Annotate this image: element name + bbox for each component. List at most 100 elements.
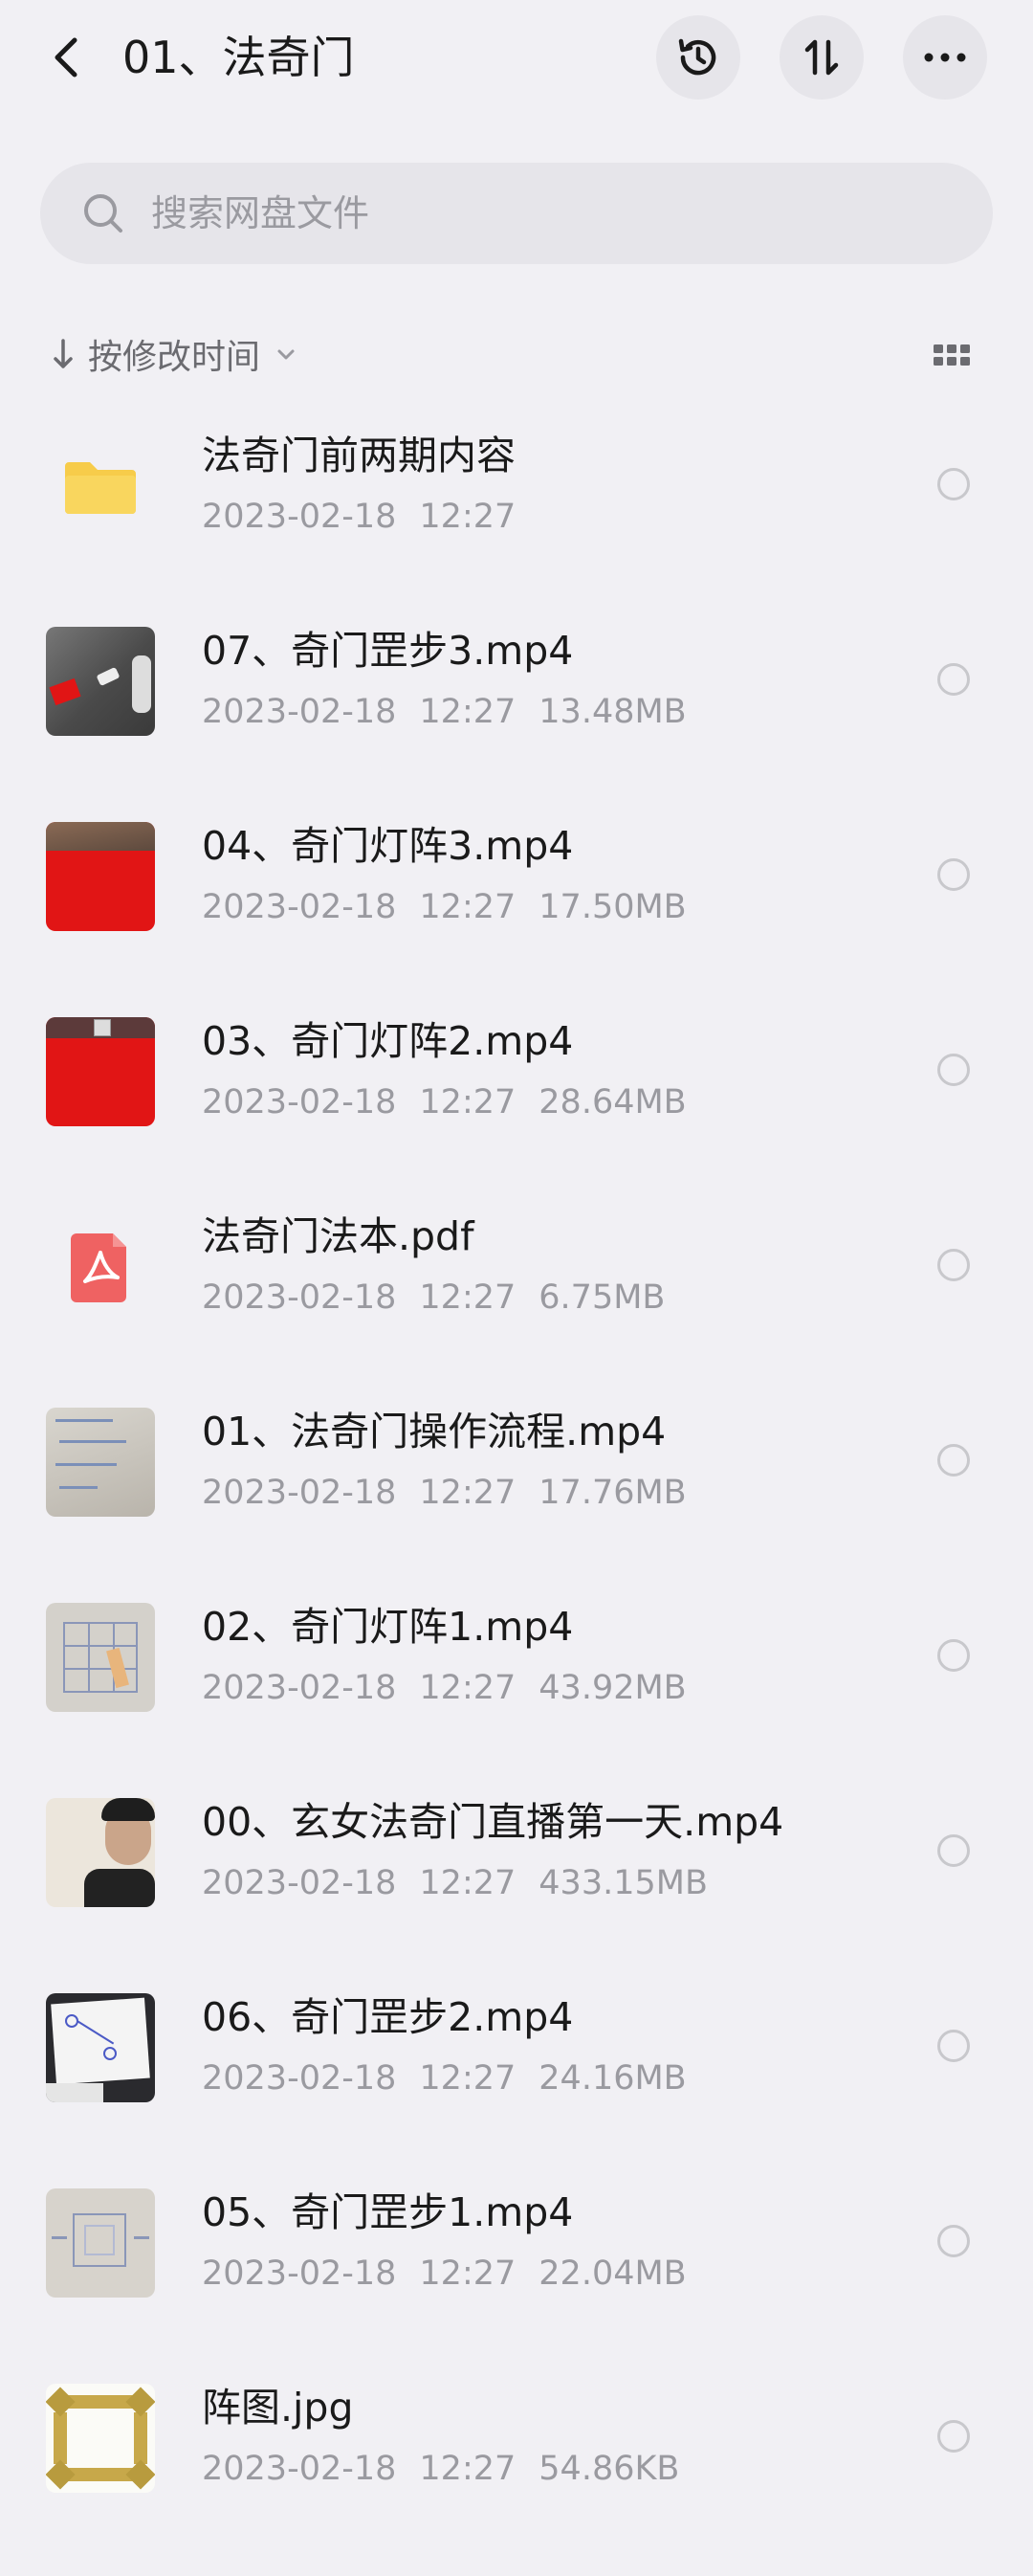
search-icon — [84, 194, 122, 233]
select-checkbox[interactable] — [937, 1639, 970, 1672]
search-input[interactable] — [151, 163, 974, 264]
video-thumbnail — [46, 1798, 155, 1907]
sort-arrows-icon — [804, 39, 839, 76]
sort-toggle-button[interactable] — [780, 15, 864, 100]
video-thumbnail — [46, 1603, 155, 1712]
select-checkbox[interactable] — [937, 2420, 970, 2453]
select-checkbox[interactable] — [937, 2030, 970, 2062]
file-meta: 2023-02-18 12:27 433.15MB — [202, 1860, 731, 1906]
file-row[interactable]: 06、奇门罡步2.mp4 2023-02-18 12:27 24.16MB — [0, 1944, 1033, 2140]
file-time: 12:27 — [419, 888, 516, 926]
select-checkbox[interactable] — [937, 1444, 970, 1477]
video-thumbnail — [46, 822, 155, 931]
file-meta: 2023-02-18 12:27 43.92MB — [202, 1665, 710, 1711]
file-row[interactable]: 07、奇门罡步3.mp4 2023-02-18 12:27 13.48MB — [0, 578, 1033, 773]
file-name: 法奇门前两期内容 — [202, 433, 516, 478]
grid-icon — [934, 344, 970, 366]
video-thumbnail — [46, 1408, 155, 1517]
video-thumbnail — [46, 2188, 155, 2298]
file-size: 6.75MB — [538, 1278, 666, 1317]
file-name: 05、奇门罡步1.mp4 — [202, 2189, 574, 2235]
file-thumbnail — [46, 2384, 155, 2493]
top-bar: 01、法奇门 — [0, 0, 1033, 115]
file-thumbnail — [46, 822, 155, 931]
file-meta: 2023-02-18 12:27 54.86KB — [202, 2446, 702, 2492]
file-name: 法奇门法本.pdf — [202, 1213, 474, 1259]
file-date: 2023-02-18 — [202, 1864, 397, 1902]
file-thumbnail — [46, 1017, 155, 1126]
file-size: 17.76MB — [538, 1474, 687, 1512]
file-meta: 2023-02-18 12:27 — [202, 494, 561, 540]
grid-view-button[interactable] — [930, 333, 974, 377]
file-size: 433.15MB — [538, 1864, 708, 1902]
file-time: 12:27 — [419, 1083, 516, 1121]
chevron-down-icon — [277, 349, 295, 360]
file-name: 07、奇门罡步3.mp4 — [202, 628, 574, 674]
sort-label: 按修改时间 — [88, 338, 261, 377]
file-time: 12:27 — [419, 2450, 516, 2488]
more-button[interactable] — [903, 15, 987, 100]
file-date: 2023-02-18 — [202, 2059, 397, 2098]
file-date: 2023-02-18 — [202, 2450, 397, 2488]
file-meta: 2023-02-18 12:27 17.50MB — [202, 884, 710, 930]
file-row[interactable]: 02、奇门灯阵1.mp4 2023-02-18 12:27 43.92MB — [0, 1554, 1033, 1749]
file-thumbnail — [46, 1993, 155, 2102]
file-thumbnail — [46, 1212, 155, 1321]
select-checkbox[interactable] — [937, 663, 970, 696]
chevron-left-icon — [55, 37, 77, 78]
file-name: 01、法奇门操作流程.mp4 — [202, 1409, 667, 1455]
history-icon — [678, 38, 716, 76]
file-meta: 2023-02-18 12:27 28.64MB — [202, 1079, 710, 1125]
file-name: 03、奇门灯阵2.mp4 — [202, 1018, 574, 1064]
file-thumbnail — [46, 627, 155, 736]
file-name: 阵图.jpg — [202, 2385, 354, 2431]
history-button[interactable] — [656, 15, 740, 100]
file-row[interactable]: 03、奇门灯阵2.mp4 2023-02-18 12:27 28.64MB — [0, 968, 1033, 1164]
file-meta: 2023-02-18 12:27 6.75MB — [202, 1275, 688, 1321]
file-row[interactable]: 04、奇门灯阵3.mp4 2023-02-18 12:27 17.50MB — [0, 773, 1033, 968]
pdf-file-icon — [71, 1233, 126, 1302]
file-row[interactable]: 法奇门前两期内容 2023-02-18 12:27 — [0, 383, 1033, 578]
select-checkbox[interactable] — [937, 1249, 970, 1281]
select-checkbox[interactable] — [937, 2225, 970, 2257]
file-date: 2023-02-18 — [202, 1669, 397, 1707]
file-size: 17.50MB — [538, 888, 687, 926]
file-row[interactable]: 阵图.jpg 2023-02-18 12:27 54.86KB — [0, 2335, 1033, 2530]
file-meta: 2023-02-18 12:27 22.04MB — [202, 2251, 710, 2297]
file-size: 13.48MB — [538, 693, 687, 731]
back-button[interactable] — [38, 29, 96, 86]
arrow-down-icon — [54, 339, 73, 368]
file-name: 04、奇门灯阵3.mp4 — [202, 823, 574, 869]
select-checkbox[interactable] — [937, 468, 970, 500]
image-thumbnail — [46, 2384, 155, 2493]
video-thumbnail — [46, 1993, 155, 2102]
select-checkbox[interactable] — [937, 1054, 970, 1086]
file-name: 06、奇门罡步2.mp4 — [202, 1994, 574, 2040]
search-bar[interactable] — [40, 163, 993, 264]
file-date: 2023-02-18 — [202, 1083, 397, 1121]
video-thumbnail — [46, 627, 155, 736]
file-time: 12:27 — [419, 1278, 516, 1317]
folder-icon — [65, 462, 136, 514]
file-name: 00、玄女法奇门直播第一天.mp4 — [202, 1799, 784, 1845]
file-date: 2023-02-18 — [202, 498, 397, 536]
file-meta: 2023-02-18 12:27 24.16MB — [202, 2055, 710, 2101]
file-date: 2023-02-18 — [202, 888, 397, 926]
sort-by-modified-button[interactable]: 按修改时间 — [52, 325, 298, 383]
file-time: 12:27 — [419, 693, 516, 731]
sort-bar: 按修改时间 — [0, 325, 1033, 383]
file-row[interactable]: 法奇门法本.pdf 2023-02-18 12:27 6.75MB — [0, 1164, 1033, 1359]
select-checkbox[interactable] — [937, 1834, 970, 1867]
file-thumbnail — [46, 1798, 155, 1907]
file-time: 12:27 — [419, 2254, 516, 2293]
file-thumbnail — [46, 2188, 155, 2298]
page-title: 01、法奇门 — [122, 32, 355, 83]
file-row[interactable]: 00、玄女法奇门直播第一天.mp4 2023-02-18 12:27 433.15MB — [0, 1749, 1033, 1944]
file-time: 12:27 — [419, 498, 516, 536]
file-meta: 2023-02-18 12:27 13.48MB — [202, 689, 710, 735]
select-checkbox[interactable] — [937, 858, 970, 891]
file-size: 28.64MB — [538, 1083, 687, 1121]
file-row[interactable]: 05、奇门罡步1.mp4 2023-02-18 12:27 22.04MB — [0, 2140, 1033, 2335]
file-row[interactable]: 01、法奇门操作流程.mp4 2023-02-18 12:27 17.76MB — [0, 1359, 1033, 1554]
file-date: 2023-02-18 — [202, 1278, 397, 1317]
